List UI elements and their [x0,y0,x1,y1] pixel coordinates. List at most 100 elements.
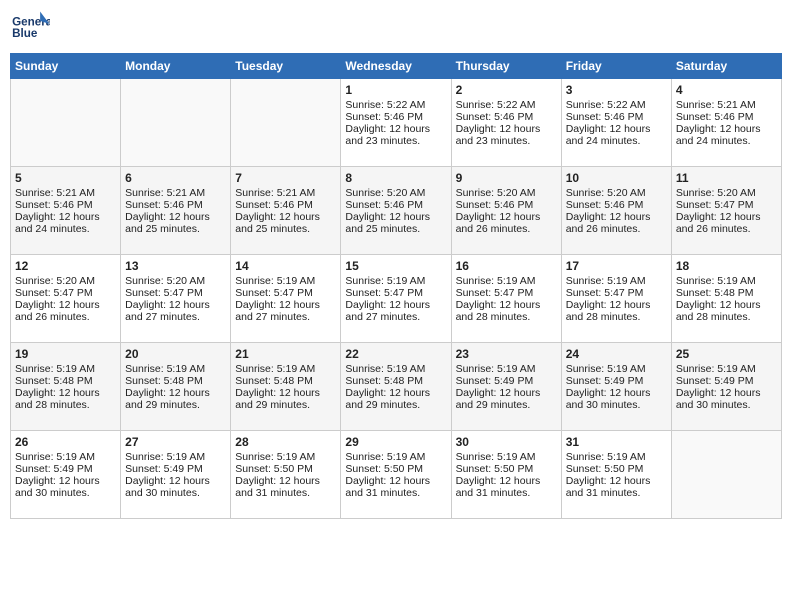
weekday-header-tuesday: Tuesday [231,54,341,79]
sunset: Sunset: 5:49 PM [566,375,644,387]
daylight: Daylight: 12 hours and 25 minutes. [125,211,210,235]
daylight: Daylight: 12 hours and 29 minutes. [345,387,430,411]
day-number: 21 [235,347,336,361]
daylight: Daylight: 12 hours and 27 minutes. [345,299,430,323]
day-number: 14 [235,259,336,273]
sunset: Sunset: 5:46 PM [345,111,423,123]
svg-text:Blue: Blue [12,27,38,40]
sunset: Sunset: 5:48 PM [125,375,203,387]
day-number: 28 [235,435,336,449]
daylight: Daylight: 12 hours and 30 minutes. [676,387,761,411]
daylight: Daylight: 12 hours and 24 minutes. [566,123,651,147]
calendar-cell: 26Sunrise: 5:19 AMSunset: 5:49 PMDayligh… [11,431,121,519]
daylight: Daylight: 12 hours and 25 minutes. [345,211,430,235]
daylight: Daylight: 12 hours and 28 minutes. [676,299,761,323]
daylight: Daylight: 12 hours and 30 minutes. [125,475,210,499]
sunrise: Sunrise: 5:19 AM [566,363,646,375]
sunset: Sunset: 5:47 PM [235,287,313,299]
day-number: 23 [456,347,557,361]
calendar-cell: 2Sunrise: 5:22 AMSunset: 5:46 PMDaylight… [451,79,561,167]
calendar-cell: 4Sunrise: 5:21 AMSunset: 5:46 PMDaylight… [671,79,781,167]
calendar-cell: 8Sunrise: 5:20 AMSunset: 5:46 PMDaylight… [341,167,451,255]
daylight: Daylight: 12 hours and 23 minutes. [345,123,430,147]
sunrise: Sunrise: 5:19 AM [345,363,425,375]
calendar-cell [121,79,231,167]
calendar-cell: 6Sunrise: 5:21 AMSunset: 5:46 PMDaylight… [121,167,231,255]
calendar-cell: 25Sunrise: 5:19 AMSunset: 5:49 PMDayligh… [671,343,781,431]
sunrise: Sunrise: 5:22 AM [566,99,646,111]
calendar-table: SundayMondayTuesdayWednesdayThursdayFrid… [10,53,782,519]
sunrise: Sunrise: 5:22 AM [456,99,536,111]
logo-icon: General Blue [10,10,50,45]
page-header: General Blue [10,10,782,45]
sunset: Sunset: 5:47 PM [345,287,423,299]
daylight: Daylight: 12 hours and 24 minutes. [676,123,761,147]
calendar-cell: 27Sunrise: 5:19 AMSunset: 5:49 PMDayligh… [121,431,231,519]
calendar-cell: 31Sunrise: 5:19 AMSunset: 5:50 PMDayligh… [561,431,671,519]
calendar-cell: 12Sunrise: 5:20 AMSunset: 5:47 PMDayligh… [11,255,121,343]
weekday-header-saturday: Saturday [671,54,781,79]
sunrise: Sunrise: 5:20 AM [345,187,425,199]
logo: General Blue [10,10,54,45]
sunrise: Sunrise: 5:19 AM [676,363,756,375]
daylight: Daylight: 12 hours and 31 minutes. [235,475,320,499]
day-number: 13 [125,259,226,273]
day-number: 15 [345,259,446,273]
calendar-cell: 13 Sunrise: 5:20 AMSunset: 5:47 PMDayligh… [121,255,231,343]
daylight: Daylight: 12 hours and 23 minutes. [456,123,541,147]
weekday-header-sunday: Sunday [11,54,121,79]
sunset: Sunset: 5:47 PM [125,287,203,299]
sunrise: Sunrise: 5:19 AM [15,363,95,375]
sunrise: Sunrise: 5:19 AM [345,451,425,463]
calendar-cell: 22Sunrise: 5:19 AMSunset: 5:48 PMDayligh… [341,343,451,431]
day-number: 10 [566,171,667,185]
day-number: 27 [125,435,226,449]
daylight: Daylight: 12 hours and 29 minutes. [235,387,320,411]
sunrise: Sunrise: 5:20 AM [125,275,205,287]
sunrise: Sunrise: 5:20 AM [456,187,536,199]
weekday-header-monday: Monday [121,54,231,79]
week-row-4: 19Sunrise: 5:19 AMSunset: 5:48 PMDayligh… [11,343,782,431]
calendar-cell: 9Sunrise: 5:20 AMSunset: 5:46 PMDaylight… [451,167,561,255]
calendar-cell: 1Sunrise: 5:22 AMSunset: 5:46 PMDaylight… [341,79,451,167]
sunrise: Sunrise: 5:21 AM [676,99,756,111]
daylight: Daylight: 12 hours and 27 minutes. [235,299,320,323]
calendar-cell: 5Sunrise: 5:21 AMSunset: 5:46 PMDaylight… [11,167,121,255]
sunrise: Sunrise: 5:19 AM [125,363,205,375]
day-number: 20 [125,347,226,361]
daylight: Daylight: 12 hours and 30 minutes. [15,475,100,499]
daylight: Daylight: 12 hours and 28 minutes. [566,299,651,323]
day-number: 24 [566,347,667,361]
sunset: Sunset: 5:49 PM [15,463,93,475]
sunrise: Sunrise: 5:20 AM [676,187,756,199]
calendar-cell: 17Sunrise: 5:19 AMSunset: 5:47 PMDayligh… [561,255,671,343]
sunset: Sunset: 5:50 PM [456,463,534,475]
day-number: 6 [125,171,226,185]
sunset: Sunset: 5:49 PM [456,375,534,387]
sunset: Sunset: 5:46 PM [345,199,423,211]
calendar-cell: 11Sunrise: 5:20 AMSunset: 5:47 PMDayligh… [671,167,781,255]
sunset: Sunset: 5:48 PM [676,287,754,299]
daylight: Daylight: 12 hours and 27 minutes. [125,299,210,323]
sunrise: Sunrise: 5:21 AM [125,187,205,199]
sunset: Sunset: 5:46 PM [676,111,754,123]
day-number: 19 [15,347,116,361]
week-row-5: 26Sunrise: 5:19 AMSunset: 5:49 PMDayligh… [11,431,782,519]
sunset: Sunset: 5:46 PM [566,111,644,123]
sunset: Sunset: 5:47 PM [456,287,534,299]
calendar-cell: 30Sunrise: 5:19 AMSunset: 5:50 PMDayligh… [451,431,561,519]
daylight: Daylight: 12 hours and 31 minutes. [566,475,651,499]
sunrise: Sunrise: 5:22 AM [345,99,425,111]
day-number: 31 [566,435,667,449]
calendar-cell [231,79,341,167]
week-row-2: 5Sunrise: 5:21 AMSunset: 5:46 PMDaylight… [11,167,782,255]
sunset: Sunset: 5:46 PM [456,199,534,211]
daylight: Daylight: 12 hours and 29 minutes. [456,387,541,411]
sunrise: Sunrise: 5:19 AM [235,451,315,463]
calendar-cell: 16Sunrise: 5:19 AMSunset: 5:47 PMDayligh… [451,255,561,343]
daylight: Daylight: 12 hours and 25 minutes. [235,211,320,235]
daylight: Daylight: 12 hours and 26 minutes. [15,299,100,323]
sunrise: Sunrise: 5:19 AM [125,451,205,463]
daylight: Daylight: 12 hours and 30 minutes. [566,387,651,411]
day-number: 9 [456,171,557,185]
